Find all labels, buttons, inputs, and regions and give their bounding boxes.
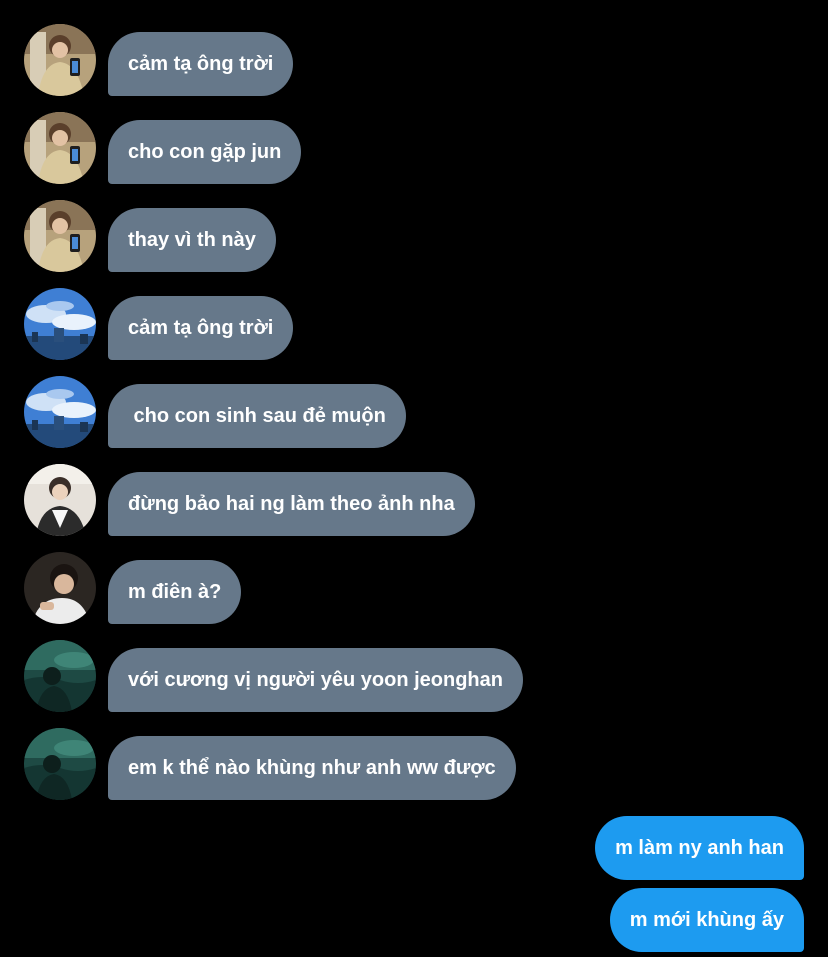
message-row-received: với cương vị người yêu yoon jeonghan	[0, 640, 828, 712]
message-row-received: cho con gặp jun	[0, 112, 828, 184]
received-message-bubble[interactable]: cảm tạ ông trời	[108, 32, 294, 96]
avatar[interactable]	[24, 200, 96, 272]
received-message-bubble[interactable]: em k thể nào khùng như anh ww được	[108, 736, 516, 800]
avatar-boy-phone-mirror-icon	[24, 112, 96, 184]
sent-message-bubble[interactable]: m mới khùng ấy	[609, 888, 804, 952]
message-row-received: đừng bảo hai ng làm theo ảnh nha	[0, 464, 828, 536]
received-message-bubble[interactable]: thay vì th này	[108, 208, 276, 272]
message-row-received: em k thể nào khùng như anh ww được	[0, 728, 828, 800]
message-row-received: cho con sinh sau đẻ muộn	[0, 376, 828, 448]
avatar-boy-dark-portrait-icon	[24, 552, 96, 624]
avatar[interactable]	[24, 376, 96, 448]
message-row-received: thay vì th này	[0, 200, 828, 272]
message-row-received: cảm tạ ông trời	[0, 24, 828, 96]
avatar[interactable]	[24, 24, 96, 96]
received-message-bubble[interactable]: cho con sinh sau đẻ muộn	[108, 384, 406, 448]
received-message-bubble[interactable]: cảm tạ ông trời	[108, 296, 294, 360]
avatar-boy-phone-mirror-icon	[24, 200, 96, 272]
avatar[interactable]	[24, 464, 96, 536]
message-row-received: cảm tạ ông trời	[0, 288, 828, 360]
received-message-bubble[interactable]: đừng bảo hai ng làm theo ảnh nha	[108, 472, 475, 536]
avatar[interactable]	[24, 728, 96, 800]
avatar-blue-sky-icon	[24, 376, 96, 448]
avatar[interactable]	[24, 640, 96, 712]
received-message-bubble[interactable]: cho con gặp jun	[108, 120, 302, 184]
received-message-bubble[interactable]: m điên à?	[108, 560, 242, 624]
message-row-received: m điên à?	[0, 552, 828, 624]
avatar[interactable]	[24, 552, 96, 624]
avatar-blue-sky-icon	[24, 288, 96, 360]
avatar[interactable]	[24, 288, 96, 360]
chat-thread: cảm tạ ông trời cho con gặp jun thay vì …	[0, 0, 828, 957]
received-message-bubble[interactable]: với cương vị người yêu yoon jeonghan	[108, 648, 523, 712]
avatar[interactable]	[24, 112, 96, 184]
avatar-boy-light-room-icon	[24, 464, 96, 536]
sent-message-bubble[interactable]: m làm ny anh han	[595, 816, 804, 880]
avatar-dark-teal-water-icon	[24, 728, 96, 800]
avatar-dark-teal-water-icon	[24, 640, 96, 712]
avatar-boy-phone-mirror-icon	[24, 24, 96, 96]
